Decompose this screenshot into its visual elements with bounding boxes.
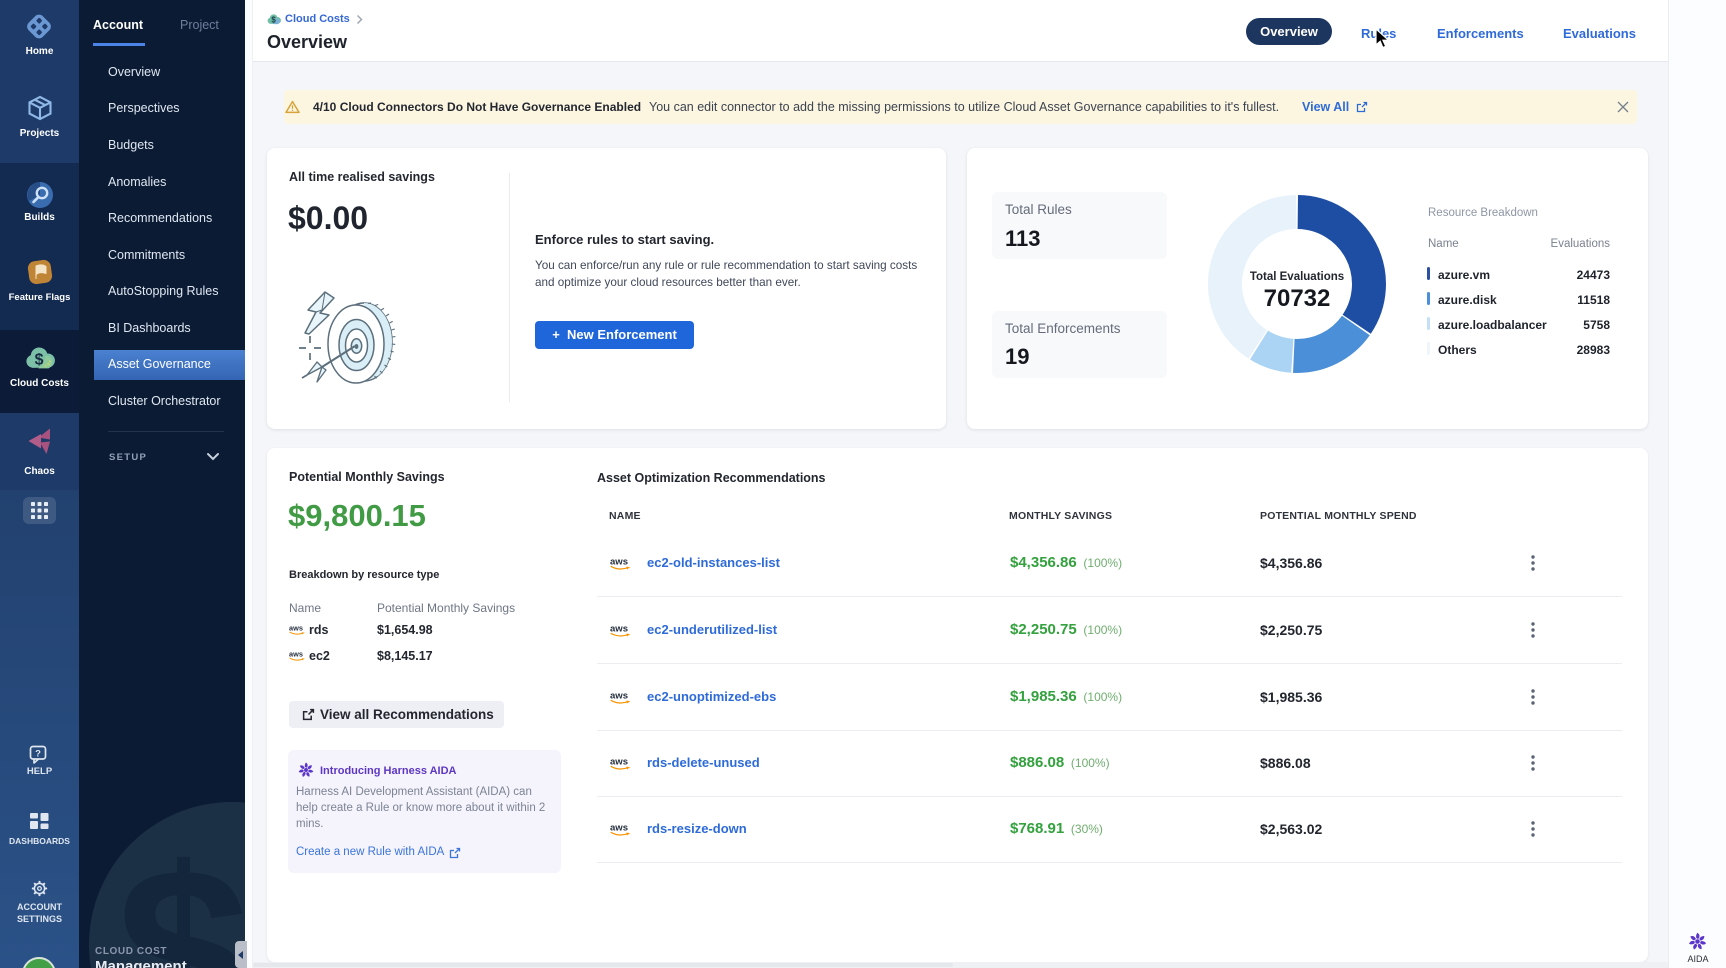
svg-text:aws: aws — [610, 556, 628, 567]
svg-text:aws: aws — [610, 623, 628, 634]
svg-text:aws: aws — [289, 624, 303, 633]
svg-text:$: $ — [271, 16, 276, 25]
svg-text:$: $ — [35, 352, 44, 369]
svg-text:aws: aws — [610, 690, 628, 701]
svg-text:aws: aws — [610, 822, 628, 833]
svg-text:?: ? — [35, 749, 41, 760]
svg-text:aws: aws — [610, 756, 628, 767]
svg-text:aws: aws — [289, 650, 303, 659]
